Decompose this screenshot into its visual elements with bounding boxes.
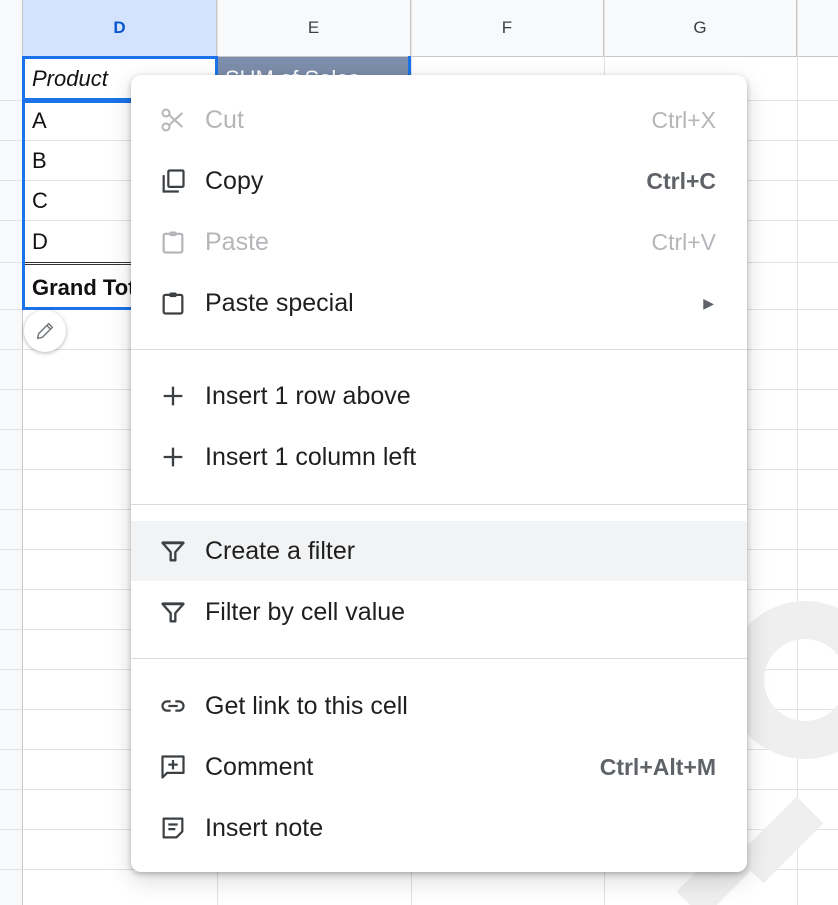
row-header-strip[interactable]: [0, 57, 23, 905]
menu-item-insert-row-above[interactable]: Insert 1 row above: [131, 366, 747, 426]
column-header-f[interactable]: F: [411, 0, 604, 57]
menu-divider: [131, 658, 747, 659]
menu-item-insert-column-left[interactable]: Insert 1 column left: [131, 427, 747, 487]
menu-item-filter-by-cell-value[interactable]: Filter by cell value: [131, 582, 747, 642]
menu-item-shortcut: Ctrl+Alt+M: [599, 753, 716, 780]
menu-item-shortcut: Ctrl+C: [646, 167, 716, 194]
menu-item-label: Create a filter: [205, 536, 356, 565]
menu-item-label: Get link to this cell: [205, 691, 408, 720]
note-icon: [159, 814, 187, 842]
menu-item-label: Copy: [205, 166, 264, 195]
edit-cell-button[interactable]: [24, 310, 66, 352]
menu-item-label: Insert 1 row above: [205, 381, 411, 410]
filter-icon: [159, 537, 187, 565]
column-header-e[interactable]: E: [217, 0, 411, 57]
menu-item-create-filter[interactable]: Create a filter: [131, 521, 747, 581]
column-header-d[interactable]: D: [23, 0, 217, 57]
menu-item-paste-special[interactable]: Paste special ▶: [131, 273, 747, 333]
plus-icon: [159, 382, 187, 410]
clipboard-icon: [159, 289, 187, 317]
menu-item-label: Paste special: [205, 288, 354, 317]
menu-divider: [131, 349, 747, 350]
copy-icon: [159, 167, 187, 195]
column-header-g[interactable]: G: [604, 0, 797, 57]
plus-icon: [159, 443, 187, 471]
filter-icon: [159, 598, 187, 626]
menu-item-shortcut: Ctrl+X: [651, 106, 716, 133]
link-icon: [159, 692, 187, 720]
menu-item-label: Comment: [205, 752, 314, 781]
menu-item-insert-note[interactable]: Insert note: [131, 798, 747, 858]
menu-item-label: Insert 1 column left: [205, 442, 417, 471]
menu-item-shortcut: Ctrl+V: [651, 228, 716, 255]
comment-add-icon: [159, 753, 187, 781]
menu-item-label: Cut: [205, 105, 244, 134]
menu-item-cut[interactable]: Cut Ctrl+X: [131, 90, 747, 150]
submenu-arrow-icon: ▶: [703, 294, 714, 311]
select-all-corner[interactable]: [0, 0, 23, 57]
menu-item-label: Filter by cell value: [205, 597, 406, 626]
menu-item-paste[interactable]: Paste Ctrl+V: [131, 212, 747, 272]
menu-item-get-link[interactable]: Get link to this cell: [131, 676, 747, 736]
context-menu: Cut Ctrl+X Copy Ctrl+C Paste Ctrl+V Past…: [131, 75, 747, 872]
menu-item-label: Insert note: [205, 813, 324, 842]
clipboard-icon: [159, 228, 187, 256]
column-header-next[interactable]: [797, 0, 838, 57]
pencil-icon: [34, 320, 56, 342]
menu-item-comment[interactable]: Comment Ctrl+Alt+M: [131, 737, 747, 797]
menu-item-copy[interactable]: Copy Ctrl+C: [131, 151, 747, 211]
scissors-icon: [159, 106, 187, 134]
menu-divider: [131, 504, 747, 505]
menu-item-label: Paste: [205, 227, 269, 256]
